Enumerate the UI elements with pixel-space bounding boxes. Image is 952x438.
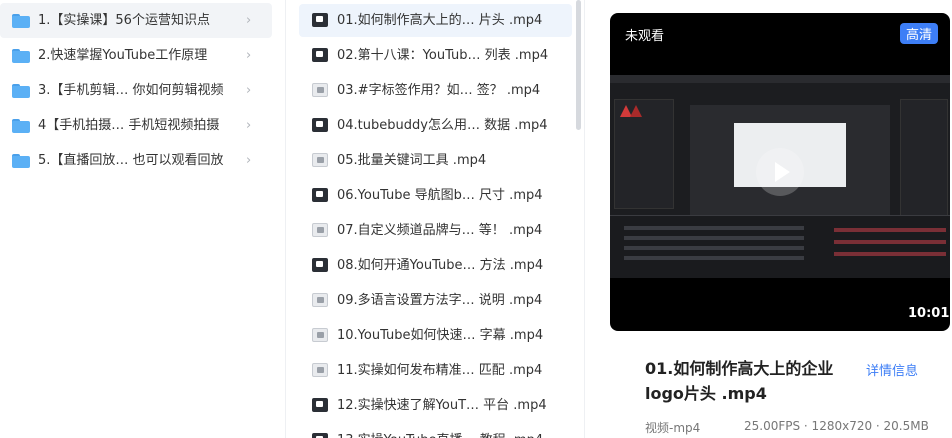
video-thumbnail-icon [312,363,328,377]
video-thumbnail-icon [312,223,328,237]
folder-label: 1.【实操课】56个运营知识点 [38,13,210,28]
file-item[interactable]: 01.如何制作高大上的… 片头 .mp4 [299,4,572,37]
file-item[interactable]: 11.实操如何发布精准… 匹配 .mp4 [299,354,572,387]
file-name: 03.#字标签作用？如… 签？ .mp4 [337,83,541,98]
file-name: 11.实操如何发布精准… 匹配 .mp4 [337,363,543,378]
file-item[interactable]: 10.YouTube如何快速… 字幕 .mp4 [299,319,572,352]
hd-quality-button[interactable]: 高清 [900,23,939,44]
chevron-right-icon: › [246,118,252,133]
folder-item[interactable]: 4【手机拍摄… 手机短视频拍摄 › [0,108,272,143]
file-name: 08.如何开通YouTube… 方法 .mp4 [337,258,544,273]
play-icon[interactable] [756,148,804,196]
details-link[interactable]: 详情信息 [866,360,918,379]
watch-status: 未观看 [625,29,665,44]
file-list: 01.如何制作高大上的… 片头 .mp4 02.第十八课：YouTub… 列表 … [287,0,585,438]
file-item[interactable]: 12.实操快速了解YouT… 平台 .mp4 [299,389,572,422]
file-item[interactable]: 13.实操YouTube直播… 教程 .mp4 [299,424,572,438]
folder-item[interactable]: 5.【直播回放… 也可以观看回放 › [0,143,272,178]
folder-label: 5.【直播回放… 也可以观看回放 [38,153,224,168]
file-name: 07.自定义频道品牌与… 等！ .mp4 [337,223,543,238]
file-item[interactable]: 04.tubebuddy怎么用… 数据 .mp4 [299,109,572,142]
file-specs: 25.00FPS · 1280x720 · 20.5MB [744,419,929,433]
video-thumbnail-icon [312,48,328,62]
folder-icon [12,154,30,168]
chevron-right-icon: › [246,48,252,63]
file-name: 10.YouTube如何快速… 字幕 .mp4 [337,328,544,343]
scrollbar[interactable] [576,0,581,130]
folder-icon [12,84,30,98]
file-item[interactable]: 03.#字标签作用？如… 签？ .mp4 [299,74,572,107]
file-name: 12.实操快速了解YouT… 平台 .mp4 [337,398,547,413]
preview-title: 01.如何制作高大上的企业logo片头 .mp4 [645,359,834,403]
folder-icon [12,14,30,28]
video-duration: 10:01 [908,306,950,321]
video-thumbnail-icon [312,153,328,167]
video-thumbnail-icon [312,293,328,307]
logo-mark-icon [620,105,642,117]
file-item[interactable]: 05.批量关键词工具 .mp4 [299,144,572,177]
folder-list: 1.【实操课】56个运营知识点 › 2.快速掌握YouTube工作原理 › 3.… [0,0,286,438]
file-name: 13.实操YouTube直播… 教程 .mp4 [337,424,543,438]
folder-item[interactable]: 1.【实操课】56个运营知识点 › [0,3,272,38]
file-name: 06.YouTube 导航图b… 尺寸 .mp4 [337,188,543,203]
file-name: 05.批量关键词工具 .mp4 [337,153,487,168]
folder-item[interactable]: 2.快速掌握YouTube工作原理 › [0,38,272,73]
file-name: 09.多语言设置方法字… 说明 .mp4 [337,293,543,308]
video-thumbnail-icon [312,433,328,438]
video-thumbnail-icon [312,328,328,342]
chevron-right-icon: › [246,83,252,98]
file-item[interactable]: 09.多语言设置方法字… 说明 .mp4 [299,284,572,317]
chevron-right-icon: › [246,153,252,168]
folder-label: 2.快速掌握YouTube工作原理 [38,48,208,63]
file-type: 视频-mp4 [645,421,701,435]
preview-panel: 未观看 高清 10:01 01.如何制作高大上的企业logo片头 .mp4 详情… [586,0,952,438]
video-thumbnail-icon [312,118,328,132]
chevron-right-icon: › [246,13,252,28]
file-name: 02.第十八课：YouTub… 列表 .mp4 [337,48,549,63]
file-name: 04.tubebuddy怎么用… 数据 .mp4 [337,118,548,133]
file-item[interactable]: 08.如何开通YouTube… 方法 .mp4 [299,249,572,282]
video-thumbnail-icon [312,13,328,27]
folder-icon [12,49,30,63]
file-item[interactable]: 06.YouTube 导航图b… 尺寸 .mp4 [299,179,572,212]
video-player[interactable]: 未观看 高清 10:01 [610,13,950,331]
file-item[interactable]: 07.自定义频道品牌与… 等！ .mp4 [299,214,572,247]
file-item[interactable]: 02.第十八课：YouTub… 列表 .mp4 [299,39,572,72]
file-name: 01.如何制作高大上的… 片头 .mp4 [337,13,543,28]
video-thumbnail-icon [312,258,328,272]
folder-item[interactable]: 3.【手机剪辑… 你如何剪辑视频 › [0,73,272,108]
video-thumbnail-icon [312,83,328,97]
folder-icon [12,119,30,133]
folder-label: 4【手机拍摄… 手机短视频拍摄 [38,118,220,133]
folder-label: 3.【手机剪辑… 你如何剪辑视频 [38,83,224,98]
video-thumbnail-icon [312,188,328,202]
video-thumbnail-icon [312,398,328,412]
